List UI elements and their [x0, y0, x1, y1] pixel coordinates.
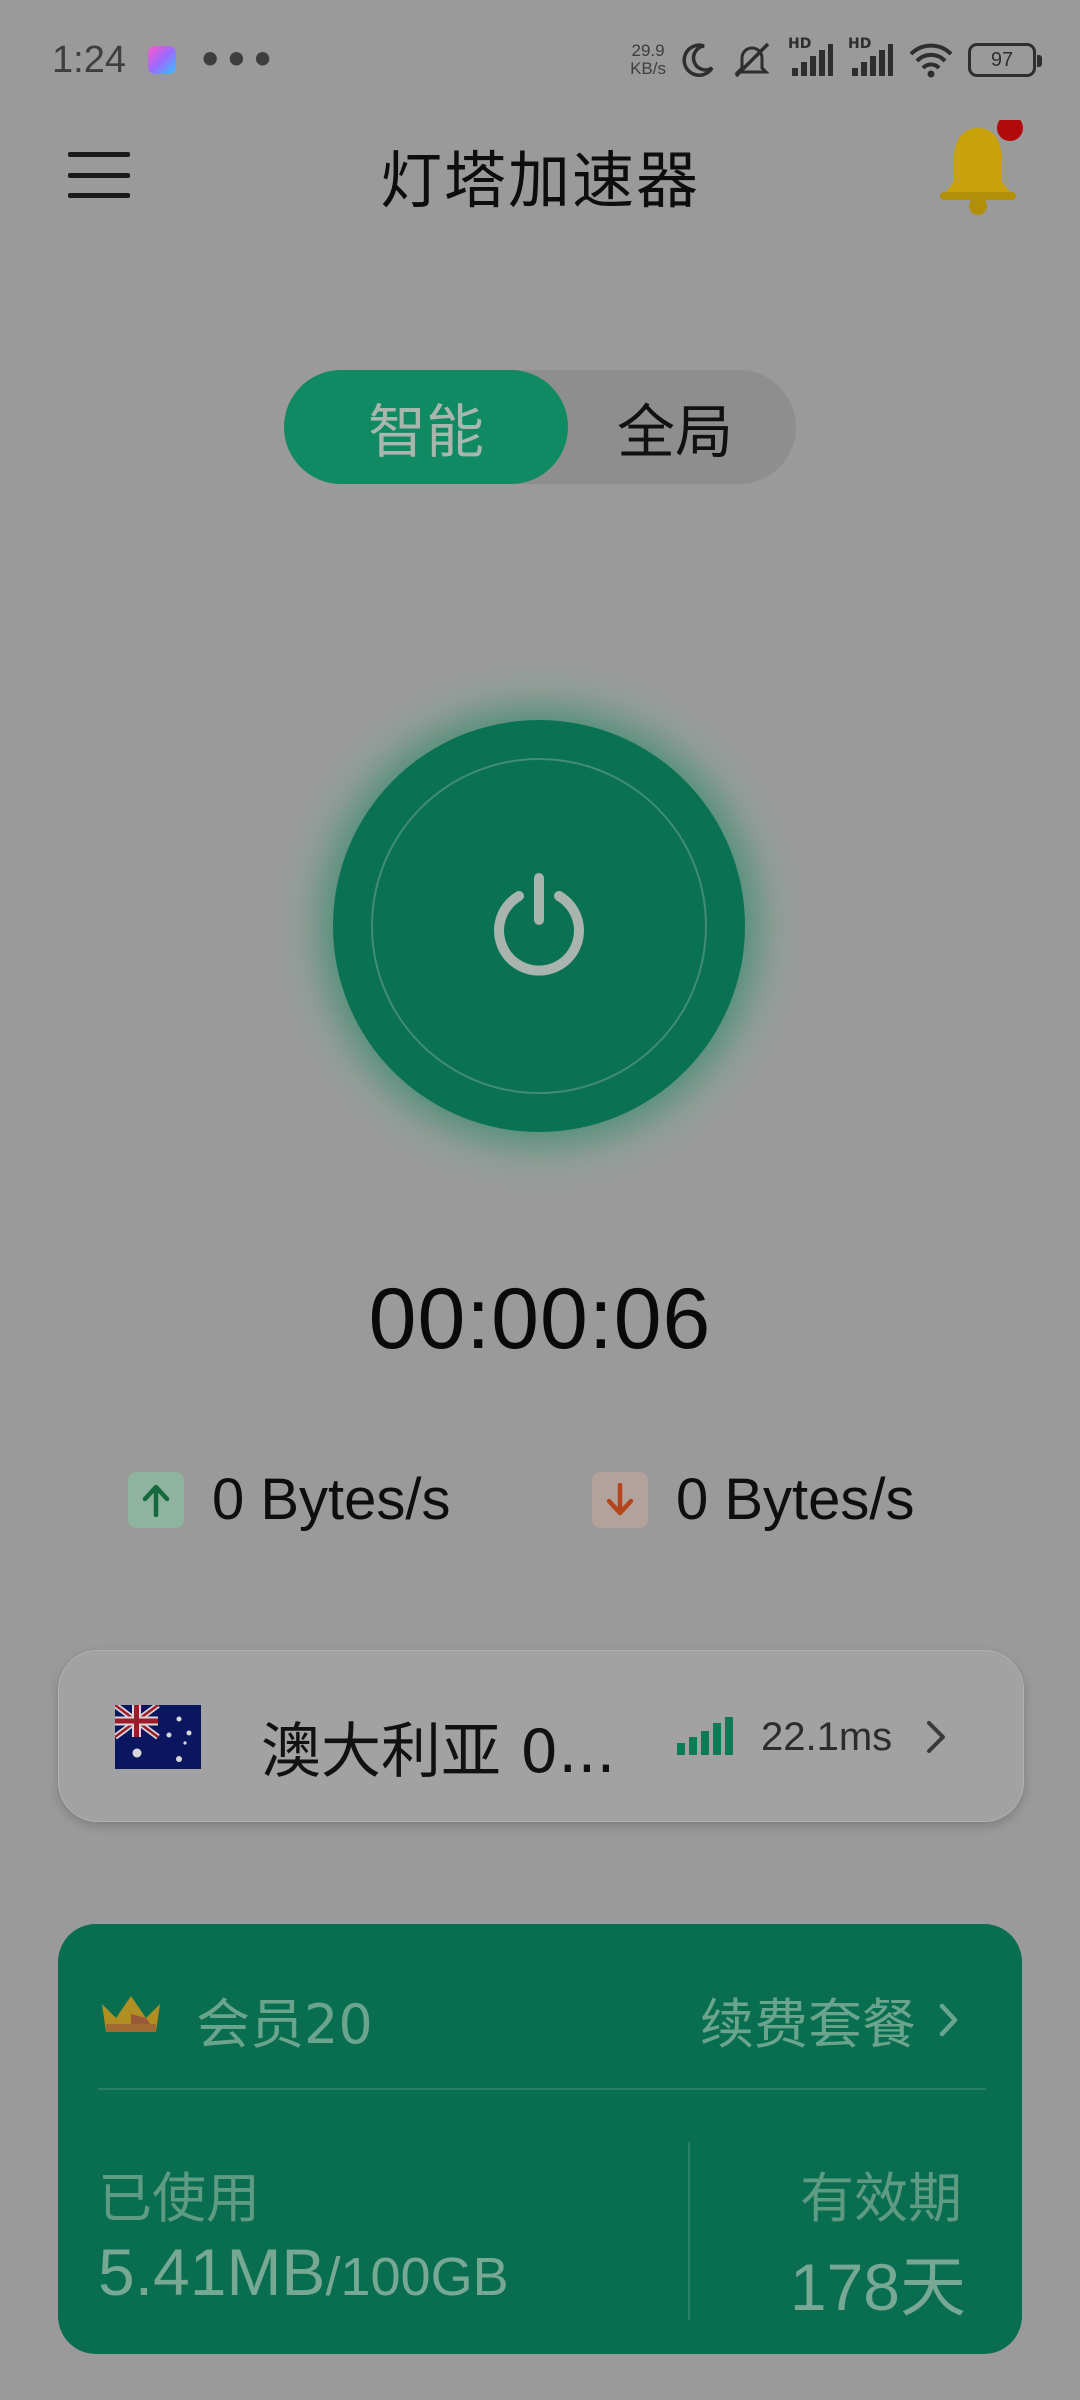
signal-strength-icon: [677, 1717, 733, 1755]
download-arrow-icon: [592, 1471, 648, 1528]
signal-1-icon: HD: [788, 36, 834, 78]
connection-timer: 00:00:06: [368, 1271, 712, 1367]
wifi-icon: [909, 43, 953, 78]
mute-icon: [734, 42, 770, 78]
membership-card: 会员20 续费套餐 已使用 5.41MB/100GB 有效期 178天: [58, 1924, 1022, 2354]
validity-label: 有效期: [800, 2167, 962, 2230]
status-bar: 1:24 ••• 29.9 KB/s HD HD 97: [0, 0, 1080, 120]
upload-speed: 0 Bytes/s: [128, 1466, 451, 1533]
upload-speed-value: 0 Bytes/s: [212, 1467, 451, 1532]
app-header: 灯塔加速器: [0, 120, 1080, 230]
moon-icon: [682, 43, 714, 77]
more-notifications-icon: •••: [197, 38, 277, 82]
signal-2-icon: HD: [848, 36, 894, 78]
used-value: 5.41MB: [98, 2235, 326, 2309]
renew-plan-button[interactable]: 续费套餐: [700, 1980, 960, 2059]
divider: [98, 2088, 986, 2090]
page-title: 灯塔加速器: [379, 144, 700, 217]
menu-icon[interactable]: [68, 148, 130, 202]
power-icon: [494, 873, 584, 976]
network-speed: 29.9 KB/s: [630, 41, 666, 78]
mode-global-button[interactable]: 全局: [554, 370, 796, 484]
server-latency: 22.1ms: [761, 1715, 893, 1759]
notification-bell-icon[interactable]: [930, 120, 1026, 220]
plan-name: 会员20: [196, 1993, 373, 2056]
download-speed-value: 0 Bytes/s: [676, 1467, 915, 1532]
power-button[interactable]: [333, 720, 745, 1132]
crown-icon: [102, 1996, 160, 2032]
mode-toggle: 全局 智能: [284, 370, 796, 484]
australia-flag-icon: [115, 1705, 201, 1769]
speed-row: 0 Bytes/s 0 Bytes/s: [0, 1466, 1080, 1536]
used-label: 已使用: [98, 2167, 260, 2230]
status-time: 1:24: [52, 38, 126, 81]
upload-arrow-icon: [128, 1471, 184, 1528]
quota-value: /100GB: [325, 2247, 509, 2307]
mode-smart-button[interactable]: 智能: [284, 370, 568, 484]
server-selector[interactable]: 澳大利亚 0... 22.1ms: [58, 1650, 1024, 1822]
battery-icon: 97: [968, 43, 1042, 77]
data-usage: 5.41MB/100GB: [98, 2234, 509, 2310]
server-name: 澳大利亚 0...: [261, 1717, 616, 1787]
app-notification-icon: [147, 46, 176, 74]
download-speed: 0 Bytes/s: [592, 1466, 915, 1533]
chevron-right-icon: [927, 1721, 945, 1753]
chevron-right-icon: [939, 2003, 958, 2036]
validity-value: 178天: [789, 2250, 966, 2324]
divider: [688, 2142, 690, 2320]
renew-label: 续费套餐: [700, 1993, 916, 2056]
